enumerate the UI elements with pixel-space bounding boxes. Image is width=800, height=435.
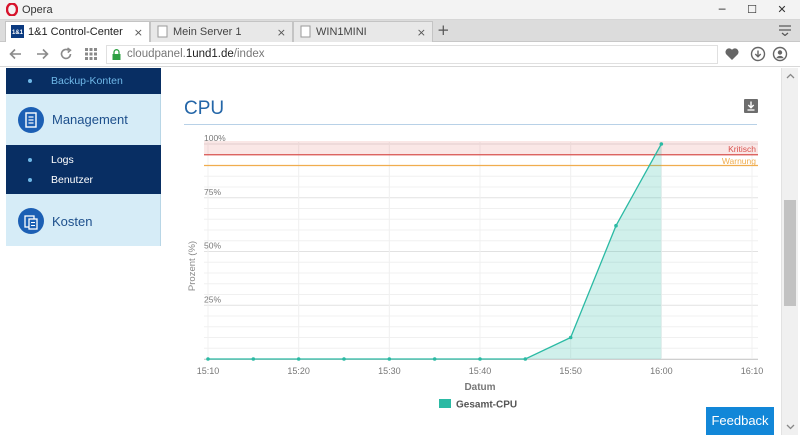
data-point xyxy=(296,357,301,361)
scrollbar-thumb[interactable] xyxy=(784,200,796,306)
speed-dial-grid-icon[interactable] xyxy=(83,46,99,62)
y-axis-label: Prozent (%) xyxy=(187,241,198,291)
legend-swatch-gesamt-cpu xyxy=(439,399,451,408)
tab-close-button[interactable]: × xyxy=(417,23,426,42)
data-point xyxy=(614,223,618,228)
scroll-down-arrow-icon[interactable] xyxy=(786,422,795,431)
sidebar-item-backup-konten[interactable]: Backup-Konten xyxy=(6,71,161,91)
navigation-bar: cloudpanel.1und1.de/index xyxy=(0,42,800,67)
tab-control-center[interactable]: 1&1 1&1 Control-Center × xyxy=(5,21,150,43)
reload-icon[interactable] xyxy=(58,46,74,62)
x-tick-label: 15:10 xyxy=(197,366,220,376)
tab-close-button[interactable]: × xyxy=(277,23,286,42)
download-manager-icon[interactable] xyxy=(750,46,766,62)
x-tick-label: 15:40 xyxy=(469,366,492,376)
page-scrollbar[interactable] xyxy=(781,68,798,435)
sidebar-submenu-management: Logs Benutzer xyxy=(6,145,161,194)
data-point xyxy=(659,142,664,146)
x-tick-label: 15:50 xyxy=(559,366,582,376)
tab-menu-icon[interactable] xyxy=(778,24,792,36)
y-tick-label: 100% xyxy=(204,133,226,143)
y-tick-label: 50% xyxy=(204,241,221,251)
opera-logo-icon xyxy=(6,3,18,16)
app-name: Opera xyxy=(22,4,53,16)
tab-label: Mein Server 1 xyxy=(173,26,242,38)
cpu-chart: Kritisch Warnung 25% 50% 75% 100% 15:10 15:20… xyxy=(187,133,764,411)
warning-threshold-label: Warnung xyxy=(722,156,756,166)
sidebar-item-management[interactable]: Management xyxy=(6,94,161,145)
url-path: /index xyxy=(233,48,265,60)
sidebar-item-label: Management xyxy=(52,112,128,127)
url-domain: 1und1.de xyxy=(185,48,234,60)
data-point xyxy=(568,335,573,340)
data-point xyxy=(478,357,482,361)
billing-icon xyxy=(18,208,44,234)
legend-label-gesamt-cpu: Gesamt-CPU xyxy=(456,400,517,411)
new-tab-button[interactable]: + xyxy=(437,21,450,39)
critical-band xyxy=(204,141,758,155)
url-text: cloudpanel.1und1.de/index xyxy=(127,48,264,60)
tab-win1mini[interactable]: WIN1MINI × xyxy=(293,21,433,42)
minimize-button[interactable]: ─ xyxy=(712,1,732,18)
y-tick-label: 75% xyxy=(204,187,221,197)
x-tick-labels: 15:10 15:20 15:30 15:40 15:50 16:00 16:10 xyxy=(197,366,764,376)
data-point xyxy=(523,357,528,361)
data-point xyxy=(251,357,256,361)
x-tick-label: 15:30 xyxy=(378,366,401,376)
data-point xyxy=(432,357,437,361)
bullet-icon xyxy=(28,158,32,162)
chart-grid xyxy=(204,142,758,360)
forward-arrow-icon[interactable] xyxy=(34,46,50,62)
address-bar[interactable]: cloudpanel.1und1.de/index xyxy=(106,45,718,64)
page-icon xyxy=(157,25,168,38)
tab-label: 1&1 Control-Center xyxy=(28,26,123,38)
y-tick-label: 25% xyxy=(204,294,221,304)
critical-threshold-label: Kritisch xyxy=(728,144,756,154)
tab-mein-server[interactable]: Mein Server 1 × xyxy=(150,21,293,42)
oneandone-favicon-icon: 1&1 xyxy=(11,25,24,38)
heart-bookmark-icon[interactable] xyxy=(724,46,740,62)
sidebar-item-benutzer[interactable]: Benutzer xyxy=(6,170,161,190)
scroll-up-arrow-icon[interactable] xyxy=(786,72,795,81)
favicon-text: 1&1 xyxy=(12,30,24,36)
data-point xyxy=(342,357,346,361)
sidebar-item-label: Benutzer xyxy=(51,174,94,186)
close-window-button[interactable]: ✕ xyxy=(772,1,792,18)
x-axis-label: Datum xyxy=(464,382,495,393)
sidebar-group-backup: Backup-Konten xyxy=(6,68,161,94)
feedback-button[interactable]: Feedback xyxy=(706,407,774,435)
sidebar-item-logs[interactable]: Logs xyxy=(6,150,161,170)
x-tick-label: 16:10 xyxy=(741,366,764,376)
tab-label: WIN1MINI xyxy=(316,26,367,38)
bullet-icon xyxy=(28,79,32,83)
window-titlebar: Opera ─ ☐ ✕ xyxy=(0,0,800,20)
y-tick-labels: 25% 50% 75% 100% xyxy=(204,133,226,304)
lock-icon xyxy=(112,49,121,60)
threshold-bands: Kritisch Warnung xyxy=(204,141,758,167)
sidebar-item-label: Logs xyxy=(51,154,74,166)
sidebar-item-kosten[interactable]: Kosten xyxy=(6,194,161,246)
tab-close-button[interactable]: × xyxy=(134,23,143,42)
page-icon xyxy=(300,25,311,38)
account-icon[interactable] xyxy=(772,46,788,62)
sidebar: Backup-Konten Management Logs Benutzer K… xyxy=(6,68,161,435)
clipboard-icon xyxy=(18,107,44,133)
tab-strip: 1&1 1&1 Control-Center × Mein Server 1 ×… xyxy=(0,20,800,43)
web-page: Backup-Konten Management Logs Benutzer K… xyxy=(6,68,781,435)
main-content: CPU Kritisch Warnung 25% 50% 75% 100% 15:10 1… xyxy=(162,68,781,435)
x-tick-label: 16:00 xyxy=(650,366,673,376)
data-point xyxy=(387,357,392,361)
data-point xyxy=(206,357,210,361)
back-arrow-icon[interactable] xyxy=(8,46,24,62)
url-prefix: cloudpanel. xyxy=(127,48,186,60)
sidebar-item-label: Kosten xyxy=(52,214,93,229)
maximize-button[interactable]: ☐ xyxy=(742,1,762,18)
sidebar-item-label: Backup-Konten xyxy=(51,75,123,87)
x-tick-label: 15:20 xyxy=(287,366,310,376)
bullet-icon xyxy=(28,178,32,182)
